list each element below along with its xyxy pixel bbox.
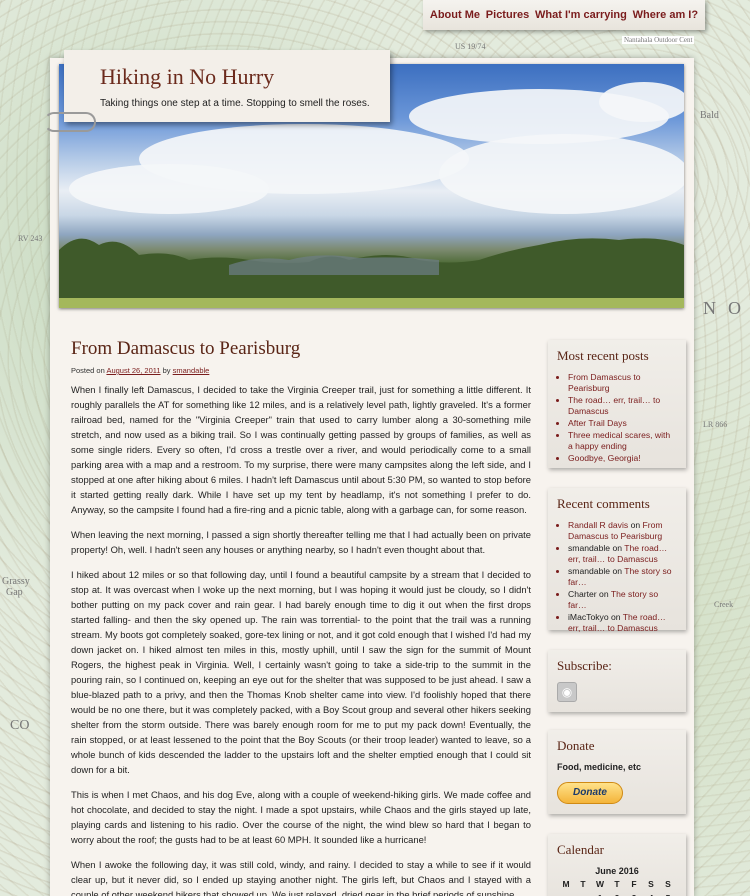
nav-pictures[interactable]: Pictures bbox=[486, 9, 529, 21]
weekday-label: W bbox=[595, 879, 605, 889]
post-author-link[interactable]: smandable bbox=[173, 366, 210, 375]
map-co-label: CO bbox=[10, 718, 30, 733]
comment-author[interactable]: Randall R davis bbox=[568, 520, 628, 530]
site-tagline: Taking things one step at a time. Stoppi… bbox=[100, 98, 370, 109]
weekday-label: T bbox=[614, 879, 620, 889]
post-meta: Posted on August 26, 2011 by smandable bbox=[71, 366, 531, 375]
weekday-label: F bbox=[631, 879, 637, 889]
donate-title: Donate bbox=[557, 738, 595, 753]
recent-post-link[interactable]: After Trail Days bbox=[568, 418, 677, 429]
comment-on: on bbox=[612, 543, 622, 553]
calendar-title: Calendar bbox=[557, 842, 604, 857]
post-paragraph: When I awoke the following day, it was s… bbox=[71, 859, 531, 896]
post-paragraph: When I finally left Damascus, I decided … bbox=[71, 384, 531, 515]
calendar-widget: Calendar June 2016 M T W T F S S 1 2 3 4… bbox=[548, 834, 686, 896]
rss-icon[interactable]: ◉ bbox=[557, 682, 577, 702]
subscribe-title: Subscribe: bbox=[557, 658, 612, 673]
cloud bbox=[599, 82, 684, 122]
weekday-label: M bbox=[562, 879, 570, 889]
nav-where-am-i[interactable]: Where am I? bbox=[633, 9, 698, 21]
recent-comments-list: Randall R davis on From Damascus to Pear… bbox=[557, 520, 677, 634]
post-paragraph: When leaving the next morning, I passed … bbox=[71, 529, 531, 555]
map-gap-label: Gap bbox=[6, 587, 23, 598]
nav-about-me[interactable]: About Me bbox=[430, 9, 480, 21]
map-bald-label: Bald bbox=[700, 110, 719, 121]
paperclip-icon bbox=[44, 112, 96, 132]
calendar-month: June 2016 bbox=[595, 866, 639, 876]
meta-by: by bbox=[162, 366, 171, 375]
recent-post-link[interactable]: The road… err, trail… to Damascus bbox=[568, 395, 677, 417]
subscribe-widget: Subscribe: ◉ bbox=[548, 650, 686, 712]
donate-button[interactable]: Donate bbox=[557, 782, 623, 804]
map-n-label: N bbox=[703, 298, 716, 318]
grass-field bbox=[59, 298, 684, 308]
donate-widget: Donate Food, medicine, etc Donate bbox=[548, 730, 686, 814]
recent-comment: Charter on The story so far… bbox=[568, 589, 677, 611]
map-o-label: O bbox=[728, 298, 741, 318]
cloud bbox=[69, 164, 269, 214]
recent-comment: smandable on The story so far… bbox=[568, 566, 677, 588]
calendar-weekday-row: M T W T F S S bbox=[557, 879, 677, 889]
map-lr-label: LR 866 bbox=[703, 420, 728, 429]
recent-comments-widget: Recent comments Randall R davis on From … bbox=[548, 488, 686, 633]
recent-comment: iMacTokyo on The road… err, trail… to Da… bbox=[568, 612, 677, 634]
comment-on: on bbox=[612, 566, 622, 576]
recent-posts-widget: Most recent posts From Damascus to Peari… bbox=[548, 340, 686, 468]
weekday-label: S bbox=[665, 879, 671, 889]
recent-posts-title: Most recent posts bbox=[557, 348, 649, 363]
comment-author: iMacTokyo bbox=[568, 612, 609, 622]
map-grassy-label: Grassy bbox=[2, 576, 30, 587]
weekday-label: T bbox=[580, 879, 586, 889]
recent-comment: Randall R davis on From Damascus to Pear… bbox=[568, 520, 677, 542]
recent-comments-title: Recent comments bbox=[557, 496, 650, 511]
recent-posts-list: From Damascus to Pearisburg The road… er… bbox=[557, 372, 677, 464]
map-place-label: Nantahala Outdoor Cent bbox=[622, 36, 695, 44]
recent-post-link[interactable]: From Damascus to Pearisburg bbox=[568, 372, 677, 394]
post-date-link[interactable]: August 26, 2011 bbox=[106, 366, 160, 375]
comment-author: smandable bbox=[568, 566, 611, 576]
post-paragraph: This is when I met Chaos, and his dog Ev… bbox=[71, 789, 531, 845]
meta-prefix: Posted on bbox=[71, 366, 105, 375]
cloud bbox=[439, 134, 684, 214]
post-content: From Damascus to Pearisburg Posted on Au… bbox=[71, 338, 531, 896]
post-paragraph: I hiked about 12 miles or so that follow… bbox=[71, 569, 531, 775]
top-navigation: About Me Pictures What I'm carrying Wher… bbox=[423, 0, 705, 30]
comment-author: Charter bbox=[568, 589, 597, 599]
post-title[interactable]: From Damascus to Pearisburg bbox=[71, 338, 531, 360]
recent-post-link[interactable]: Goodbye, Georgia! bbox=[568, 453, 677, 464]
nav-what-im-carrying[interactable]: What I'm carrying bbox=[535, 9, 627, 21]
map-rv-label: RV 243 bbox=[18, 234, 43, 243]
weekday-label: S bbox=[648, 879, 654, 889]
comment-on: on bbox=[610, 612, 621, 622]
treeline bbox=[59, 238, 684, 300]
map-creek-label: Creek bbox=[714, 600, 734, 609]
donate-text: Food, medicine, etc bbox=[557, 762, 642, 772]
map-route-label: US 19/74 bbox=[455, 42, 486, 51]
site-title-card: Hiking in No Hurry Taking things one ste… bbox=[64, 50, 390, 122]
recent-post-link[interactable]: Three medical scares, with a happy endin… bbox=[568, 430, 677, 452]
site-title[interactable]: Hiking in No Hurry bbox=[100, 64, 390, 90]
comment-on: on bbox=[630, 520, 641, 530]
comment-author: smandable bbox=[568, 543, 611, 553]
recent-comment: smandable on The road… err, trail… to Da… bbox=[568, 543, 677, 565]
comment-on: on bbox=[599, 589, 609, 599]
